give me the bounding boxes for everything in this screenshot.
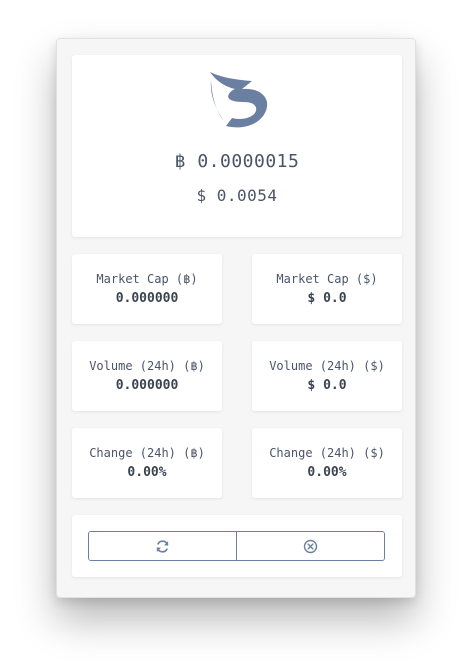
- refresh-button[interactable]: [89, 532, 236, 560]
- volume-btc-label: Volume (24h) (฿): [89, 359, 205, 373]
- volume-usd-label: Volume (24h) ($): [269, 359, 385, 373]
- market-cap-usd-label: Market Cap ($): [276, 272, 378, 286]
- market-cap-btc-card: Market Cap (฿) 0.000000: [72, 254, 222, 324]
- s-logo-icon: [210, 72, 268, 128]
- volume-usd-card: Volume (24h) ($) $ 0.0: [252, 341, 402, 411]
- action-button-group: [88, 531, 385, 561]
- market-cap-btc-label: Market Cap (฿): [96, 272, 198, 286]
- change-btc-card: Change (24h) (฿) 0.00%: [72, 428, 222, 498]
- close-button[interactable]: [236, 532, 384, 560]
- price-btc: ฿ 0.0000015: [174, 151, 300, 172]
- market-cap-usd-value: $ 0.0: [307, 291, 347, 306]
- refresh-icon: [156, 539, 169, 553]
- change-usd-label: Change (24h) ($): [269, 446, 385, 460]
- market-cap-usd-card: Market Cap ($) $ 0.0: [252, 254, 402, 324]
- market-cap-btc-value: 0.000000: [115, 291, 179, 306]
- change-usd-card: Change (24h) ($) 0.00%: [252, 428, 402, 498]
- volume-btc-card: Volume (24h) (฿) 0.000000: [72, 341, 222, 411]
- price-card: ฿ 0.0000015 $ 0.0054: [72, 55, 402, 237]
- popup-window: ฿ 0.0000015 $ 0.0054 Market Cap (฿) 0.00…: [56, 38, 416, 598]
- actions-card: [72, 515, 402, 577]
- change-btc-label: Change (24h) (฿): [89, 446, 205, 460]
- close-circle-icon: [303, 539, 318, 553]
- change-btc-value: 0.00%: [127, 465, 167, 480]
- change-usd-value: 0.00%: [307, 465, 347, 480]
- price-usd: $ 0.0054: [196, 186, 278, 205]
- volume-btc-value: 0.000000: [115, 378, 179, 393]
- volume-usd-value: $ 0.0: [307, 378, 347, 393]
- stage: ฿ 0.0000015 $ 0.0054 Market Cap (฿) 0.00…: [0, 0, 472, 672]
